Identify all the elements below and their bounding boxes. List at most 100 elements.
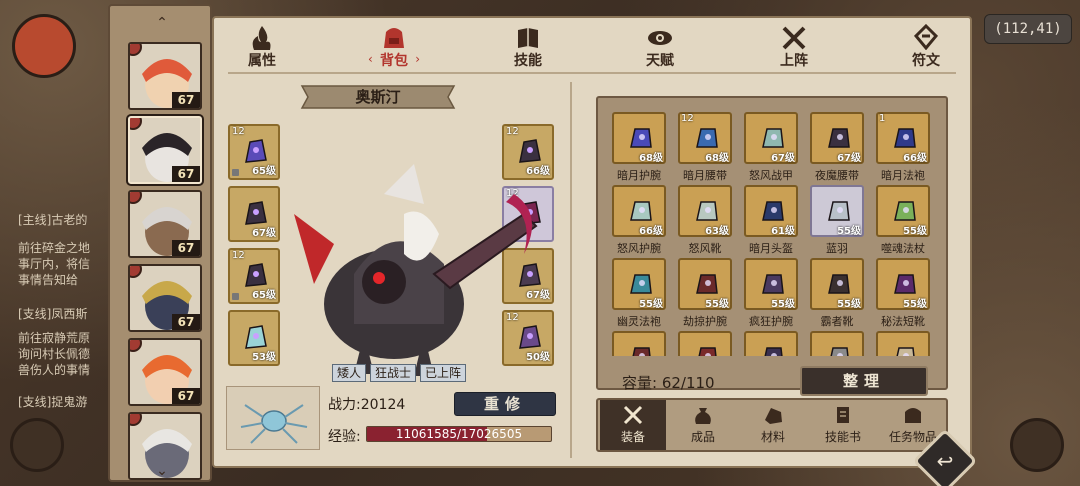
item-name: 怒风靴 [688, 242, 722, 255]
item-name: 夜魔腰带 [815, 169, 859, 182]
item-name: 秘法短靴 [881, 315, 925, 328]
item-level: 53级 [252, 352, 276, 363]
enhance-level: 12 [232, 250, 245, 261]
tab-active-right-mark: › [415, 52, 420, 66]
item-level: 55级 [705, 299, 729, 310]
tab-attributes[interactable]: 属性 [232, 22, 292, 72]
item-icon [764, 347, 783, 356]
quest-line: [支线]捉鬼游 [18, 395, 88, 409]
tab-active-left-mark: ‹ [368, 52, 373, 66]
tab-label: 技能 [514, 53, 542, 69]
character-level: 67 [172, 388, 200, 404]
equipment-slot[interactable]: 67级 [228, 186, 280, 242]
character-level: 67 [172, 92, 200, 108]
exp-bar: 11061585/17026505 [366, 426, 552, 442]
item-name: 怒风护腕 [617, 242, 661, 255]
sort-button[interactable]: 整理 [800, 366, 928, 396]
lock-icon [232, 169, 239, 176]
inventory-item[interactable]: 55级 疯狂护腕 [744, 258, 798, 332]
inventory-item[interactable]: 55级噬魂法杖 [876, 185, 930, 259]
item-level: 67级 [771, 153, 795, 164]
inventory-item[interactable]: 55级 幽灵法袍 [612, 258, 666, 332]
tab-skills[interactable]: 技能 [498, 22, 558, 72]
tab-label: 天赋 [646, 53, 674, 69]
pet-slot[interactable] [226, 386, 320, 450]
character-card[interactable]: 67 [128, 190, 202, 258]
character-level: 67 [172, 314, 200, 330]
bag-tab-products[interactable]: 成品 [670, 400, 736, 450]
item-level: 55级 [903, 299, 927, 310]
equipment-slot[interactable]: 12 65级 [228, 124, 280, 180]
equipment-slot[interactable]: 12 65级 [228, 248, 280, 304]
character-level: 67 [172, 240, 200, 256]
player-avatar[interactable] [12, 14, 76, 78]
item-name: 暗月腰带 [683, 169, 727, 182]
inventory-item[interactable] [810, 331, 864, 356]
right-action-button[interactable] [1010, 418, 1064, 472]
item-name: 噬魂法杖 [881, 242, 925, 255]
hero-tag: 已上阵 [420, 364, 467, 382]
item-level: 55级 [837, 226, 861, 237]
equipment-slot[interactable]: 53级 [228, 310, 280, 366]
inventory-item[interactable] [744, 331, 798, 356]
repair-button[interactable]: 重修 [454, 392, 556, 416]
bag-tab-label: 技能书 [824, 430, 861, 444]
inventory-item[interactable] [876, 331, 930, 356]
crossed-tools-icon [623, 405, 643, 425]
tab-runes[interactable]: 符文 [896, 22, 956, 72]
enhance-level: 1 [879, 113, 886, 124]
book-icon [518, 28, 538, 48]
bag-tab-skill-books[interactable]: 技能书 [810, 400, 876, 450]
quest-line: 事厅内，将信 [18, 257, 91, 271]
map-coordinates: (112,41) [984, 14, 1072, 44]
item-frame [810, 331, 864, 356]
inventory-item[interactable]: 68级暗月护腕 [612, 112, 666, 186]
inventory-item[interactable]: 67级 夜魔腰带 [810, 112, 864, 186]
inventory-item[interactable]: 61级暗月头盔 [744, 185, 798, 259]
bag-tab-equipment[interactable]: 装备 [600, 400, 666, 450]
inventory-item[interactable]: 55级 劫掠护腕 [678, 258, 732, 332]
inventory-grid[interactable]: 68级 暗月护腕 12 68级 暗月腰带 67级 怒风战甲 67级 夜魔腰带 1 66级 暗月法袍 66… [612, 112, 942, 356]
inventory-panel: 68级 暗月护腕 12 68级 暗月腰带 67级 怒风战甲 67级 夜魔腰带 1 66级 暗月法袍 66… [596, 96, 948, 396]
inventory-item[interactable]: 12 68级 暗月腰带 [678, 112, 732, 186]
tab-backpack[interactable]: 背包 ‹ › [364, 22, 424, 72]
tab-deploy[interactable]: 上阵 [764, 22, 824, 72]
character-card[interactable]: 67 [128, 42, 202, 110]
item-icon [632, 347, 651, 356]
item-level: 67级 [252, 228, 276, 239]
inventory-item[interactable]: 67级怒风战甲 [744, 112, 798, 186]
inventory-item[interactable]: 55级 蓝羽 [810, 185, 864, 259]
item-name: 怒风战甲 [749, 169, 793, 182]
capacity-label: 容量: 62/110 [622, 374, 715, 392]
inventory-item[interactable]: 55级 霸者靴 [810, 258, 864, 332]
inventory-item[interactable]: 55级秘法短靴 [876, 258, 930, 332]
exp-label: 经验: [328, 429, 361, 445]
item-frame [876, 331, 930, 356]
tab-talents[interactable]: 天赋 [630, 22, 690, 72]
character-card[interactable]: 67 [128, 338, 202, 406]
item-level: 66级 [639, 226, 663, 237]
item-level: 61级 [771, 226, 795, 237]
hero-illustration [274, 154, 554, 384]
inventory-item[interactable]: 1 66级 暗月法袍 [876, 112, 930, 186]
item-name: 疯狂护腕 [749, 315, 793, 328]
left-action-button[interactable] [10, 418, 64, 472]
scroll-up-arrow-icon[interactable]: ⌃ [150, 16, 174, 30]
item-level: 68级 [639, 153, 663, 164]
inventory-item[interactable] [612, 331, 666, 356]
bag-tab-materials[interactable]: 材料 [740, 400, 806, 450]
character-card[interactable]: 67 [128, 116, 202, 184]
item-level: 55级 [903, 226, 927, 237]
scroll-down-arrow-icon[interactable]: ⌄ [150, 464, 174, 478]
character-card[interactable]: 67 [128, 264, 202, 332]
quest-line: 前往碎金之地 [18, 241, 91, 255]
crossed-swords-icon [782, 26, 806, 50]
item-level: 66级 [903, 153, 927, 164]
inventory-item[interactable]: 66级怒风护腕 [612, 185, 666, 259]
item-name: 暗月头盔 [749, 242, 793, 255]
flame-icon [252, 26, 271, 50]
inventory-item[interactable] [678, 331, 732, 356]
inventory-item[interactable]: 63级 怒风靴 [678, 185, 732, 259]
item-name: 暗月护腕 [617, 169, 661, 182]
item-frame [744, 331, 798, 356]
